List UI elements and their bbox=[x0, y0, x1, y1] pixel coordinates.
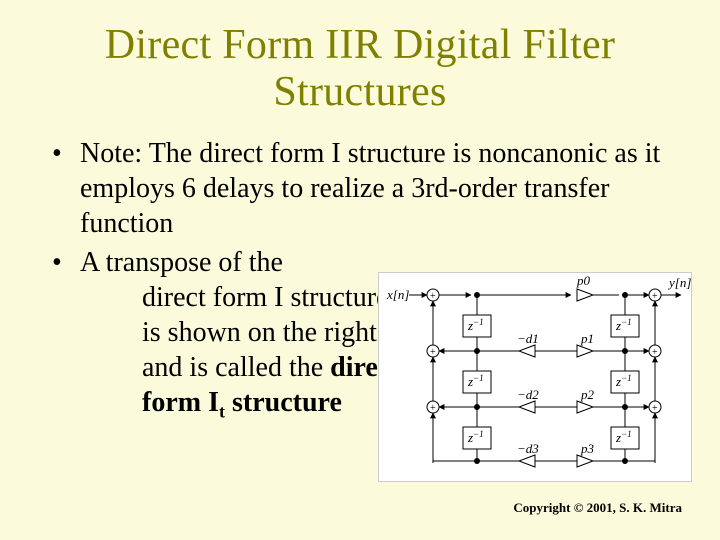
copyright-text: Copyright © 2001, S. K. Mitra bbox=[513, 500, 682, 516]
bold-structure: structure bbox=[225, 387, 342, 418]
svg-text:+: + bbox=[430, 403, 436, 414]
gain-d3: −d3 bbox=[433, 413, 577, 467]
svg-text:p0: p0 bbox=[576, 273, 591, 288]
label-p0: p0 bbox=[576, 273, 591, 288]
delay-right-3: z−1 bbox=[611, 427, 639, 449]
svg-text:+: + bbox=[652, 347, 658, 358]
svg-text:−d2: −d2 bbox=[517, 387, 539, 402]
bold-form-i: form I bbox=[142, 387, 219, 418]
svg-text:p3: p3 bbox=[580, 441, 595, 456]
block-diagram: x[n] + p0 + y[n] bbox=[378, 272, 692, 482]
delay-left-2: z−1 bbox=[463, 371, 491, 393]
delay-left-3: z−1 bbox=[463, 427, 491, 449]
svg-text:+: + bbox=[652, 291, 658, 302]
bullet-2-lead: A transpose of the bbox=[80, 247, 283, 278]
svg-text:+: + bbox=[430, 291, 436, 302]
svg-text:+: + bbox=[652, 403, 658, 414]
svg-text:−d1: −d1 bbox=[517, 331, 539, 346]
delay-right-1: z−1 bbox=[611, 315, 639, 337]
label-yn: y[n] bbox=[667, 275, 691, 290]
svg-text:+: + bbox=[430, 347, 436, 358]
bullet-item-1: Note: The direct form I structure is non… bbox=[46, 136, 674, 241]
delay-right-2: z−1 bbox=[611, 371, 639, 393]
slide-title: Direct Form IIR Digital Filter Structure… bbox=[46, 22, 674, 116]
svg-text:p1: p1 bbox=[580, 331, 594, 346]
bullet-1-text: Note: The direct form I structure is non… bbox=[80, 138, 660, 239]
label-xn: x[n] bbox=[386, 287, 409, 302]
svg-text:p2: p2 bbox=[580, 387, 595, 402]
delay-left-1: z−1 bbox=[463, 315, 491, 337]
svg-text:−d3: −d3 bbox=[517, 441, 539, 456]
gain-d2: −d2 bbox=[439, 387, 577, 413]
gain-d1: −d1 bbox=[439, 331, 577, 357]
